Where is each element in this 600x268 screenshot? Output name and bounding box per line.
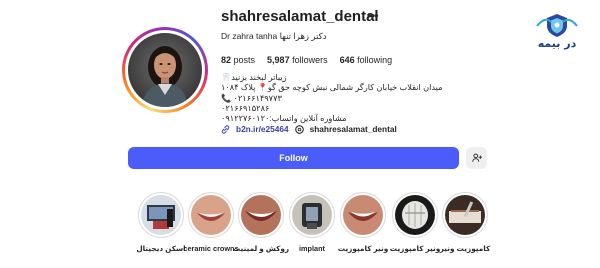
ellipsis-icon[interactable]: ••• (367, 8, 379, 23)
smile-photo (241, 195, 281, 235)
profile-external-link[interactable]: b2n.ir/e25464 (236, 124, 289, 134)
profile-links: b2n.ir/e25464 shahresalamat_dental (221, 124, 397, 134)
followers-count: 5,987 (267, 55, 290, 65)
followers-stat[interactable]: 5,987 followers (267, 55, 328, 65)
bio-line: مشاوره آنلاین واتساپ:۰۹۱۲۲۷۶۰۱۲۰ (221, 114, 347, 124)
profile-stats: 82 posts 5,987 followers 646 following (221, 55, 392, 65)
highlight-item[interactable]: ونیر کامپوزیت (338, 192, 388, 253)
smile-photo (191, 195, 231, 235)
implant-photo (292, 195, 332, 235)
treatment-photo (445, 195, 485, 235)
profile-full-name: Dr zahra tanha دکتر زهرا تنها (221, 31, 327, 41)
following-label: following (357, 55, 393, 65)
posts-label: posts (233, 55, 256, 65)
posts-count: 82 (221, 55, 232, 65)
following-count: 646 (339, 55, 355, 65)
profile-username: shahresalamat_dental (221, 8, 379, 25)
watermark-text: در بیمه (537, 37, 577, 50)
followers-label: followers (292, 55, 328, 65)
shield-icon (536, 14, 578, 37)
threads-icon (294, 124, 304, 134)
bio-line: میدان انقلاب خیابان کارگر شمالی نبش کوچه… (221, 83, 443, 93)
highlight-item[interactable]: ceramic crowns (183, 192, 239, 253)
link-icon (221, 124, 230, 134)
highlight-label: کامپوزیت ونیر (439, 244, 491, 253)
person-add-icon (471, 153, 482, 162)
veneer-photo (395, 195, 435, 235)
following-stat[interactable]: 646 following (340, 55, 393, 65)
threads-handle-link[interactable]: shahresalamat_dental (310, 124, 397, 134)
profile-bio: زیباتر لبخند بزنید🦷 میدان انقلاب خیابان … (221, 73, 443, 124)
add-user-button[interactable] (466, 147, 487, 169)
bio-line: ۰۲۱۶۶۹۱۵۲۸۶ (221, 103, 270, 113)
bio-line: زیباتر لبخند بزنید🦷 (221, 73, 287, 82)
bio-line: ۰۲۱۶۶۱۴۹۷۷۳ 📞 (221, 93, 282, 103)
follow-button[interactable]: Follow (128, 147, 459, 169)
avatar-photo (128, 33, 202, 107)
highlight-item[interactable]: کامپوزیت ونیر (440, 192, 490, 253)
scan-photo (141, 195, 181, 235)
watermark-logo: در بیمه (527, 12, 587, 52)
highlight-item[interactable]: ونیر کامپوزیت (390, 192, 440, 253)
highlight-item[interactable]: اسکن دیجیتال (136, 192, 186, 253)
highlight-item[interactable]: روکش و لمینیت (233, 192, 289, 253)
smile-photo (343, 195, 383, 235)
posts-stat: 82 posts (221, 55, 255, 65)
profile-avatar[interactable] (122, 27, 208, 113)
highlight-item[interactable]: implant (289, 192, 335, 253)
